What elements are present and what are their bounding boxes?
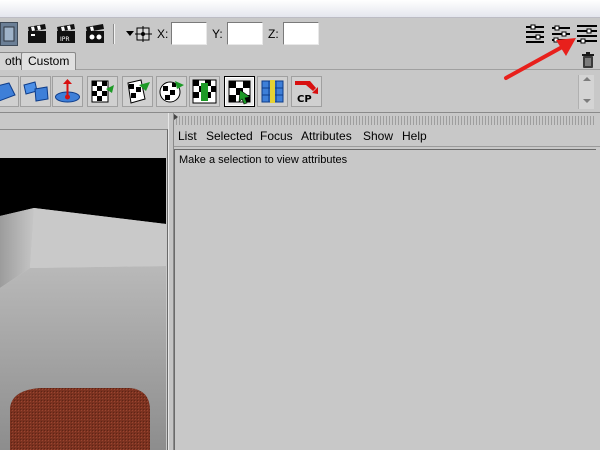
select-mode-button[interactable] — [0, 22, 18, 46]
select-mode-icon — [3, 26, 15, 42]
cp-snapshot-icon: CP — [295, 81, 318, 105]
y-coord-label: Y: — [212, 27, 223, 41]
window-top-strip — [0, 0, 600, 18]
checker-move-icon — [91, 80, 114, 103]
attribute-editor: List Selected Focus Attributes Show Help… — [174, 113, 600, 450]
shelf-button-cp-snapshot[interactable]: CP — [291, 76, 322, 107]
shelf-tab-custom[interactable]: Custom — [21, 52, 77, 70]
show-hide-channel-box-button[interactable] — [575, 22, 599, 46]
shelf-button-checker-cut[interactable] — [122, 76, 153, 107]
ipr-render-button[interactable]: IPR — [55, 23, 77, 45]
checker-unfold-icon — [192, 79, 217, 104]
shelf-button-uv-align[interactable] — [257, 76, 288, 107]
render-settings-button[interactable] — [84, 23, 106, 45]
shelf-tab-bar: oth Custom — [0, 50, 600, 70]
shelf-button-cylindrical-map[interactable] — [52, 76, 83, 107]
3d-viewport[interactable] — [0, 158, 166, 450]
shelf-trash-button[interactable] — [578, 50, 598, 70]
input-mode-icon — [126, 26, 152, 42]
attribute-editor-body: Make a selection to view attributes — [174, 149, 596, 450]
status-divider — [113, 24, 115, 44]
clapboard-icon — [28, 24, 46, 43]
x-coord-input[interactable] — [171, 22, 207, 45]
menu-focus[interactable]: Focus — [260, 129, 293, 143]
menu-help[interactable]: Help — [402, 129, 427, 143]
shelf-tab-label: Custom — [28, 54, 70, 68]
y-coord-input[interactable] — [227, 22, 263, 45]
shelf-scroll-up-icon[interactable] — [583, 77, 591, 81]
viewport-scene — [0, 158, 166, 450]
menu-list[interactable]: List — [178, 129, 197, 143]
menu-attributes[interactable]: Attributes — [301, 129, 352, 143]
shelf-tab-label: oth — [5, 54, 22, 68]
input-mode-selector[interactable] — [125, 26, 153, 42]
custom-shelf: CP — [0, 71, 600, 113]
uv-layout-icon — [23, 81, 49, 102]
cp-label: CP — [297, 94, 312, 105]
status-line: IPR X: Y: Z: — [0, 18, 600, 50]
uv-editor-icon — [228, 80, 251, 105]
shelf-button-checker-sew[interactable] — [156, 76, 187, 107]
tool-settings-toggle-icon — [552, 25, 570, 43]
shelf-button-uv-layout[interactable] — [20, 76, 51, 107]
x-coord-label: X: — [157, 27, 169, 41]
tear-off-arrow-icon — [174, 114, 178, 120]
plane-map-icon — [0, 82, 16, 102]
attribute-editor-menubar: List Selected Focus Attributes Show Help — [174, 127, 600, 147]
shelf-button-checker-move[interactable] — [87, 76, 118, 107]
empty-selection-message: Make a selection to view attributes — [179, 154, 348, 166]
z-coord-input[interactable] — [283, 22, 319, 45]
svg-text:IPR: IPR — [60, 36, 70, 43]
show-hide-tool-settings-button[interactable] — [549, 22, 573, 46]
render-current-frame-button[interactable] — [26, 23, 48, 45]
shelf-button-checker-unfold[interactable] — [189, 76, 220, 107]
show-hide-attribute-editor-button[interactable] — [523, 22, 547, 46]
menu-selected[interactable]: Selected — [206, 129, 253, 143]
checker-cut-icon — [127, 79, 150, 104]
trash-icon — [582, 52, 594, 68]
tear-off-handle[interactable] — [174, 116, 596, 125]
shelf-scroll-down-icon[interactable] — [583, 99, 591, 103]
cylindrical-map-icon — [55, 79, 80, 103]
z-coord-label: Z: — [268, 27, 279, 41]
shelf-button-plane-map[interactable] — [0, 76, 19, 107]
checker-sew-icon — [159, 81, 184, 103]
shelf-button-uv-editor[interactable] — [224, 76, 255, 107]
menu-show[interactable]: Show — [363, 129, 393, 143]
uv-align-icon — [261, 80, 284, 103]
attribute-editor-toggle-icon — [526, 24, 544, 43]
render-settings-icon — [86, 24, 104, 43]
shelf-scroll[interactable] — [578, 75, 594, 109]
ipr-clapboard-icon: IPR — [57, 24, 75, 43]
channel-box-toggle-icon — [577, 25, 597, 44]
